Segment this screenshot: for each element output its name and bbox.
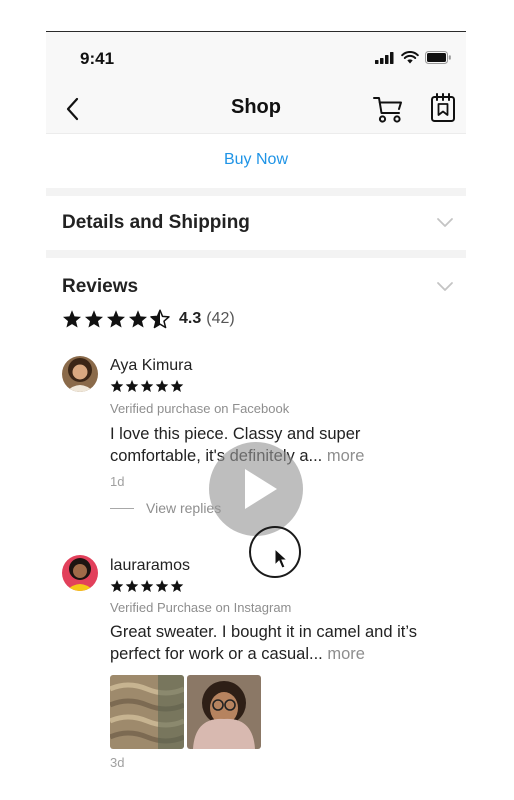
saved-bookmark-icon[interactable] [428, 92, 458, 124]
cursor-icon [274, 548, 288, 569]
person-in-sweater-image [187, 675, 261, 749]
cart-icon[interactable] [372, 93, 404, 125]
knit-texture-image [110, 675, 184, 749]
avatar-image [62, 555, 98, 591]
status-time: 9:41 [80, 49, 115, 68]
star-icon [140, 579, 154, 592]
star-icon [107, 310, 125, 328]
star-icon [85, 310, 103, 328]
review-age: 1d [110, 474, 125, 489]
battery-icon [425, 51, 451, 64]
buy-now-button[interactable]: Buy Now [46, 134, 466, 188]
more-link[interactable]: more [327, 645, 365, 663]
review-stars [110, 379, 184, 393]
star-icon [125, 379, 139, 392]
avatar[interactable] [62, 356, 98, 392]
half-star-icon [150, 309, 170, 329]
star-icon [125, 579, 139, 592]
details-shipping-row[interactable]: Details and Shipping [46, 196, 466, 250]
review-body: Great sweater. I bought it in camel and … [110, 623, 417, 663]
reviewer-name[interactable]: lauraramos [110, 557, 190, 575]
star-icon [155, 579, 169, 592]
reviewer-name[interactable]: Aya Kimura [110, 357, 192, 375]
status-bar: 9:41 [46, 32, 466, 84]
overall-stars [62, 309, 170, 329]
play-icon [245, 469, 277, 509]
overall-rating: 4.3 (42) [62, 308, 235, 330]
verified-purchase-label: Verified purchase on Facebook [110, 401, 290, 416]
review-text: Great sweater. I bought it in camel and … [110, 621, 450, 665]
reviews-row[interactable]: Reviews [46, 258, 466, 312]
view-replies-button[interactable]: View replies [110, 500, 221, 516]
wifi-icon [401, 51, 419, 64]
chevron-down-icon [437, 218, 453, 227]
review-stars [110, 579, 184, 593]
star-icon [110, 579, 124, 592]
avatar[interactable] [62, 555, 98, 591]
star-icon [170, 579, 184, 592]
rating-count: (42) [206, 310, 235, 327]
star-icon [63, 310, 81, 328]
nav-bar: Shop [46, 84, 466, 134]
rating-value: 4.3 [179, 310, 202, 327]
replies-line [110, 507, 134, 509]
section-divider [46, 250, 466, 258]
star-icon [129, 310, 147, 328]
status-icons [375, 51, 452, 64]
review-photo-wearer[interactable] [187, 675, 261, 749]
chevron-down-icon [437, 282, 453, 291]
review-photo-sweater[interactable] [110, 675, 184, 749]
avatar-image [62, 356, 98, 392]
review-age: 3d [110, 755, 125, 770]
star-icon [155, 379, 169, 392]
star-icon [110, 379, 124, 392]
play-button[interactable] [209, 442, 303, 536]
signal-icon [375, 51, 394, 64]
reviews-title: Reviews [62, 276, 139, 297]
more-link[interactable]: more [327, 447, 365, 465]
verified-purchase-label: Verified Purchase on Instagram [110, 600, 292, 615]
star-icon [140, 379, 154, 392]
star-icon [170, 379, 184, 392]
details-shipping-title: Details and Shipping [62, 212, 250, 233]
section-divider [46, 188, 466, 196]
phone-screen: 9:41 Shop Buy Now Details and Shipping R… [46, 0, 466, 800]
